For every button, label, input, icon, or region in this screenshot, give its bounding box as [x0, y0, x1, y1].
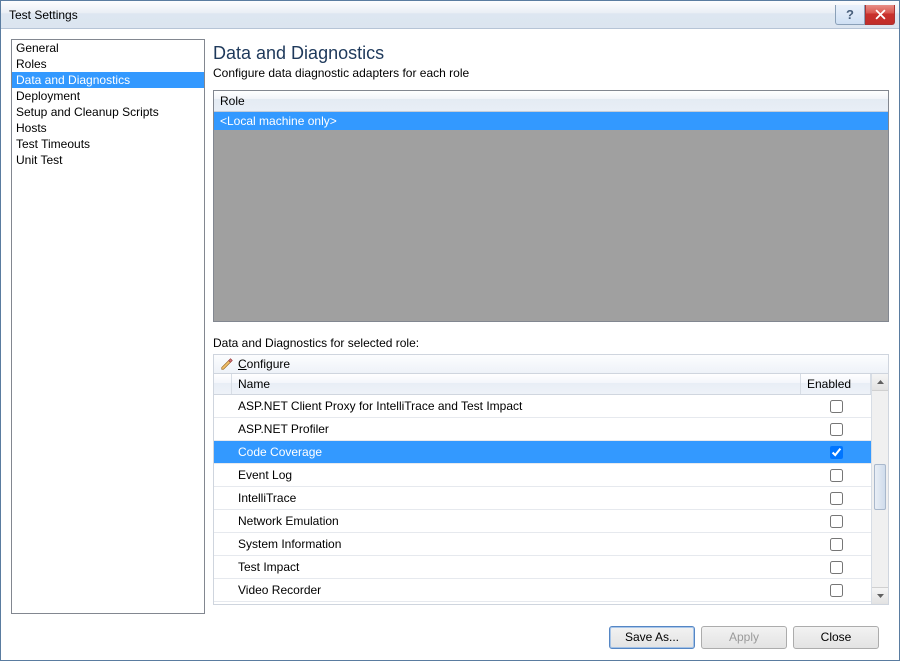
- content-split: GeneralRolesData and DiagnosticsDeployme…: [11, 39, 889, 614]
- apply-button[interactable]: Apply: [701, 626, 787, 649]
- nav-item-deployment[interactable]: Deployment: [12, 88, 204, 104]
- adapter-name: Event Log: [232, 468, 801, 482]
- configure-button[interactable]: Configure: [238, 357, 290, 371]
- scroll-up-button[interactable]: [872, 374, 888, 391]
- configure-toolbar: Configure: [213, 354, 889, 373]
- chevron-up-icon: [877, 380, 884, 384]
- adapter-row[interactable]: Network Emulation: [214, 510, 871, 533]
- help-button[interactable]: ?: [835, 5, 865, 25]
- adapter-enabled-cell: [801, 561, 871, 574]
- chevron-down-icon: [877, 594, 884, 598]
- adapter-row[interactable]: ASP.NET Profiler: [214, 418, 871, 441]
- adapter-row[interactable]: Video Recorder: [214, 579, 871, 602]
- adapter-enabled-checkbox[interactable]: [830, 515, 843, 528]
- adapter-name: ASP.NET Client Proxy for IntelliTrace an…: [232, 399, 801, 413]
- nav-item-setup-and-cleanup-scripts[interactable]: Setup and Cleanup Scripts: [12, 104, 204, 120]
- adapter-enabled-checkbox[interactable]: [830, 400, 843, 413]
- adapter-enabled-cell: [801, 538, 871, 551]
- adapter-row[interactable]: System Information: [214, 533, 871, 556]
- adapter-name: System Information: [232, 537, 801, 551]
- adapter-name: Network Emulation: [232, 514, 801, 528]
- category-list[interactable]: GeneralRolesData and DiagnosticsDeployme…: [11, 39, 205, 614]
- adapter-row[interactable]: ASP.NET Client Proxy for IntelliTrace an…: [214, 395, 871, 418]
- help-icon: ?: [846, 7, 854, 22]
- page-subtitle: Configure data diagnostic adapters for e…: [213, 66, 889, 80]
- client-area: GeneralRolesData and DiagnosticsDeployme…: [1, 29, 899, 660]
- main-panel: Data and Diagnostics Configure data diag…: [213, 39, 889, 614]
- adapter-enabled-cell: [801, 423, 871, 436]
- main-header: Data and Diagnostics Configure data diag…: [213, 39, 889, 90]
- adapters-grid: Name Enabled ASP.NET Client Proxy for In…: [213, 373, 889, 605]
- scrollbar-thumb[interactable]: [874, 464, 886, 510]
- dialog-window: Test Settings ? GeneralRolesData and Dia…: [0, 0, 900, 661]
- adapter-enabled-checkbox[interactable]: [830, 492, 843, 505]
- adapter-name: Video Recorder: [232, 583, 801, 597]
- role-column-header[interactable]: Role: [214, 91, 888, 112]
- adapter-enabled-checkbox[interactable]: [830, 446, 843, 459]
- grid-body: ASP.NET Client Proxy for IntelliTrace an…: [214, 395, 871, 602]
- adapter-enabled-cell: [801, 515, 871, 528]
- nav-item-general[interactable]: General: [12, 40, 204, 56]
- adapter-enabled-cell: [801, 492, 871, 505]
- grid-corner: [214, 374, 232, 394]
- grid-header: Name Enabled: [214, 374, 871, 395]
- nav-item-roles[interactable]: Roles: [12, 56, 204, 72]
- adapter-enabled-checkbox[interactable]: [830, 538, 843, 551]
- close-icon: [875, 9, 886, 20]
- adapter-row[interactable]: Code Coverage: [214, 441, 871, 464]
- adapter-enabled-cell: [801, 584, 871, 597]
- nav-item-unit-test[interactable]: Unit Test: [12, 152, 204, 168]
- adapter-name: Test Impact: [232, 560, 801, 574]
- adapter-enabled-checkbox[interactable]: [830, 584, 843, 597]
- adapter-enabled-checkbox[interactable]: [830, 423, 843, 436]
- adapter-row[interactable]: IntelliTrace: [214, 487, 871, 510]
- adapter-row[interactable]: Test Impact: [214, 556, 871, 579]
- dialog-footer: Save As... Apply Close: [11, 614, 889, 660]
- pencil-icon: [220, 357, 234, 371]
- adapter-row[interactable]: Event Log: [214, 464, 871, 487]
- nav-item-test-timeouts[interactable]: Test Timeouts: [12, 136, 204, 152]
- role-list: Role <Local machine only>: [213, 90, 889, 322]
- adapter-enabled-cell: [801, 446, 871, 459]
- titlebar[interactable]: Test Settings ?: [1, 1, 899, 29]
- adapters-grid-inner: Name Enabled ASP.NET Client Proxy for In…: [214, 374, 871, 604]
- nav-item-hosts[interactable]: Hosts: [12, 120, 204, 136]
- column-name[interactable]: Name: [232, 374, 801, 394]
- titlebar-buttons: ?: [835, 5, 895, 25]
- close-window-button[interactable]: [865, 5, 895, 25]
- adapter-enabled-checkbox[interactable]: [830, 469, 843, 482]
- page-title: Data and Diagnostics: [213, 43, 889, 64]
- adapter-name: Code Coverage: [232, 445, 801, 459]
- adapter-name: ASP.NET Profiler: [232, 422, 801, 436]
- adapter-enabled-cell: [801, 469, 871, 482]
- vertical-scrollbar[interactable]: [871, 374, 888, 604]
- scroll-down-button[interactable]: [872, 587, 888, 604]
- nav-item-data-and-diagnostics[interactable]: Data and Diagnostics: [12, 72, 204, 88]
- adapters-section-label: Data and Diagnostics for selected role:: [213, 336, 889, 350]
- column-enabled[interactable]: Enabled: [801, 374, 871, 394]
- window-title: Test Settings: [9, 8, 835, 22]
- save-as-button[interactable]: Save As...: [609, 626, 695, 649]
- role-row-selected[interactable]: <Local machine only>: [214, 112, 888, 130]
- close-button[interactable]: Close: [793, 626, 879, 649]
- adapter-name: IntelliTrace: [232, 491, 801, 505]
- adapter-enabled-cell: [801, 400, 871, 413]
- adapter-enabled-checkbox[interactable]: [830, 561, 843, 574]
